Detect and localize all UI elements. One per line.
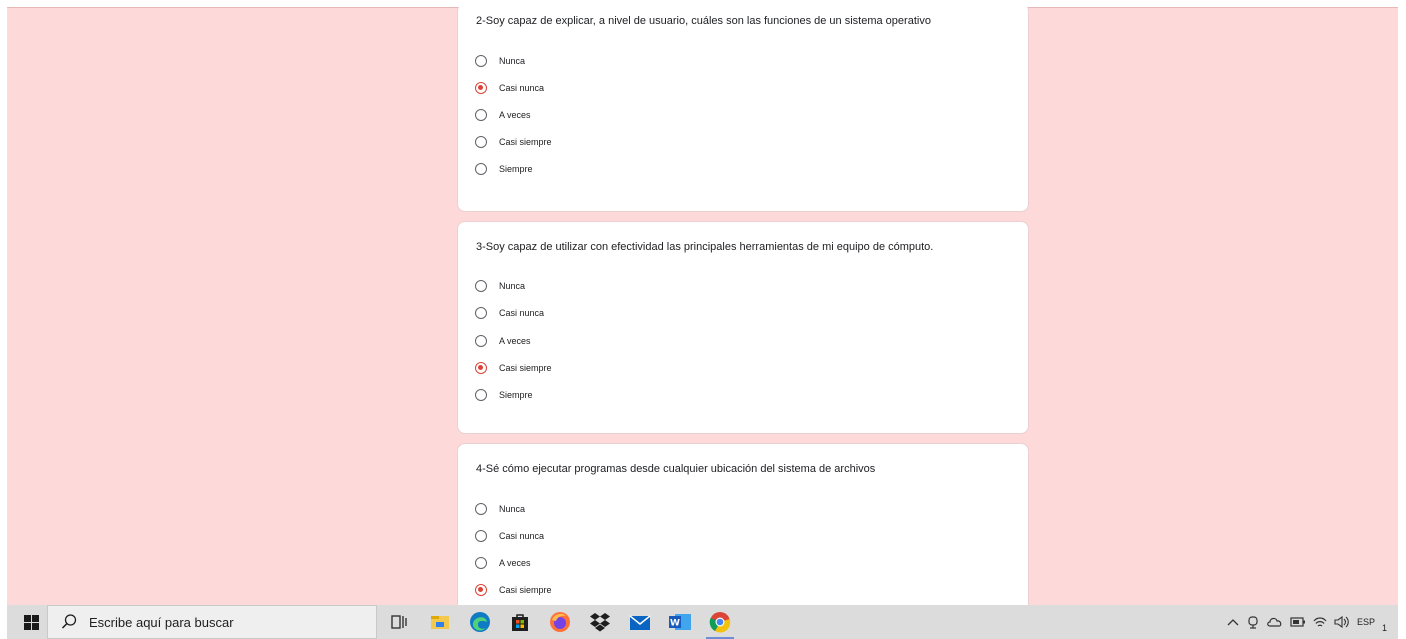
radio-button[interactable] (475, 335, 487, 347)
radio-button[interactable] (475, 389, 487, 401)
option-label: A veces (499, 336, 531, 346)
option-casi-nunca[interactable]: Casi nunca (475, 527, 544, 545)
radio-button-selected[interactable] (475, 584, 487, 596)
search-placeholder: Escribe aquí para buscar (89, 614, 234, 630)
question-title: 2-Soy capaz de explicar, a nivel de usua… (476, 15, 931, 27)
option-nunca[interactable]: Nunca (475, 52, 525, 70)
option-label: Casi nunca (499, 308, 545, 318)
option-a-veces[interactable]: A veces (475, 332, 531, 350)
wifi-icon[interactable] (1313, 616, 1327, 628)
option-casi-nunca[interactable]: Casi nunca (475, 304, 544, 322)
option-label: Siempre (499, 390, 533, 400)
word-icon[interactable]: W (660, 605, 700, 639)
onedrive-icon[interactable] (1267, 616, 1283, 628)
radio-button[interactable] (475, 530, 487, 542)
firefox-icon[interactable] (540, 605, 580, 639)
radio-button[interactable] (475, 307, 487, 319)
option-label: A veces (499, 558, 531, 568)
option-nunca[interactable]: Nunca (475, 277, 525, 295)
volume-icon[interactable] (1334, 616, 1350, 628)
option-label: Siempre (499, 164, 533, 174)
radio-button[interactable] (475, 109, 487, 121)
language-indicator[interactable]: ESP (1357, 617, 1375, 627)
radio-button[interactable] (475, 503, 487, 515)
radio-button-selected[interactable] (475, 362, 487, 374)
option-a-veces[interactable]: A veces (475, 106, 531, 124)
option-label: Casi nunca (499, 83, 545, 93)
system-tray: ESP 1 (1227, 605, 1390, 639)
option-label: Casi siempre (499, 137, 552, 147)
search-icon (61, 614, 77, 629)
option-label: Casi nunca (499, 531, 545, 541)
meet-now-icon[interactable] (1246, 615, 1260, 629)
radio-button-selected[interactable] (475, 82, 487, 94)
question-card-4: 4-Sé cómo ejecutar programas desde cualq… (457, 443, 1029, 605)
option-label: Nunca (499, 281, 526, 291)
start-button[interactable] (15, 605, 47, 639)
option-a-veces[interactable]: A veces (475, 554, 531, 572)
store-icon[interactable] (500, 605, 540, 639)
option-casi-nunca[interactable]: Casi nunca (475, 79, 544, 97)
form-viewport: 2-Soy capaz de explicar, a nivel de usua… (7, 7, 1398, 605)
option-siempre[interactable]: Siempre (475, 160, 533, 178)
question-card-3: 3-Soy capaz de utilizar con efectividad … (457, 221, 1029, 434)
taskbar: Escribe aquí para buscar W ESP 1 (7, 605, 1398, 639)
question-title: 4-Sé cómo ejecutar programas desde cualq… (476, 463, 876, 475)
task-view-icon[interactable] (380, 605, 420, 639)
mail-icon[interactable] (620, 605, 660, 639)
radio-button[interactable] (475, 136, 487, 148)
dropbox-icon[interactable] (580, 605, 620, 639)
chevron-up-icon[interactable] (1227, 617, 1239, 627)
option-label: A veces (499, 110, 531, 120)
battery-icon[interactable] (1290, 617, 1306, 627)
svg-text:W: W (670, 619, 680, 629)
file-explorer-icon[interactable] (420, 605, 460, 639)
radio-button[interactable] (475, 280, 487, 292)
option-label: Nunca (499, 504, 526, 514)
question-card-2: 2-Soy capaz de explicar, a nivel de usua… (457, 7, 1029, 212)
radio-button[interactable] (475, 163, 487, 175)
taskbar-search-box[interactable]: Escribe aquí para buscar (47, 605, 377, 639)
option-siempre[interactable]: Siempre (475, 386, 533, 404)
option-label: Casi siempre (499, 585, 552, 595)
option-label: Casi siempre (499, 363, 552, 373)
chrome-icon[interactable] (700, 605, 740, 639)
option-label: Nunca (499, 56, 526, 66)
option-casi-siempre[interactable]: Casi siempre (475, 133, 552, 151)
radio-button[interactable] (475, 557, 487, 569)
radio-button[interactable] (475, 55, 487, 67)
option-nunca[interactable]: Nunca (475, 500, 525, 518)
question-title: 3-Soy capaz de utilizar con efectividad … (476, 241, 934, 253)
clock[interactable]: 1 (1382, 623, 1390, 633)
option-casi-siempre[interactable]: Casi siempre (475, 581, 552, 599)
edge-icon[interactable] (460, 605, 500, 639)
option-casi-siempre[interactable]: Casi siempre (475, 359, 552, 377)
windows-logo-icon (23, 614, 39, 630)
